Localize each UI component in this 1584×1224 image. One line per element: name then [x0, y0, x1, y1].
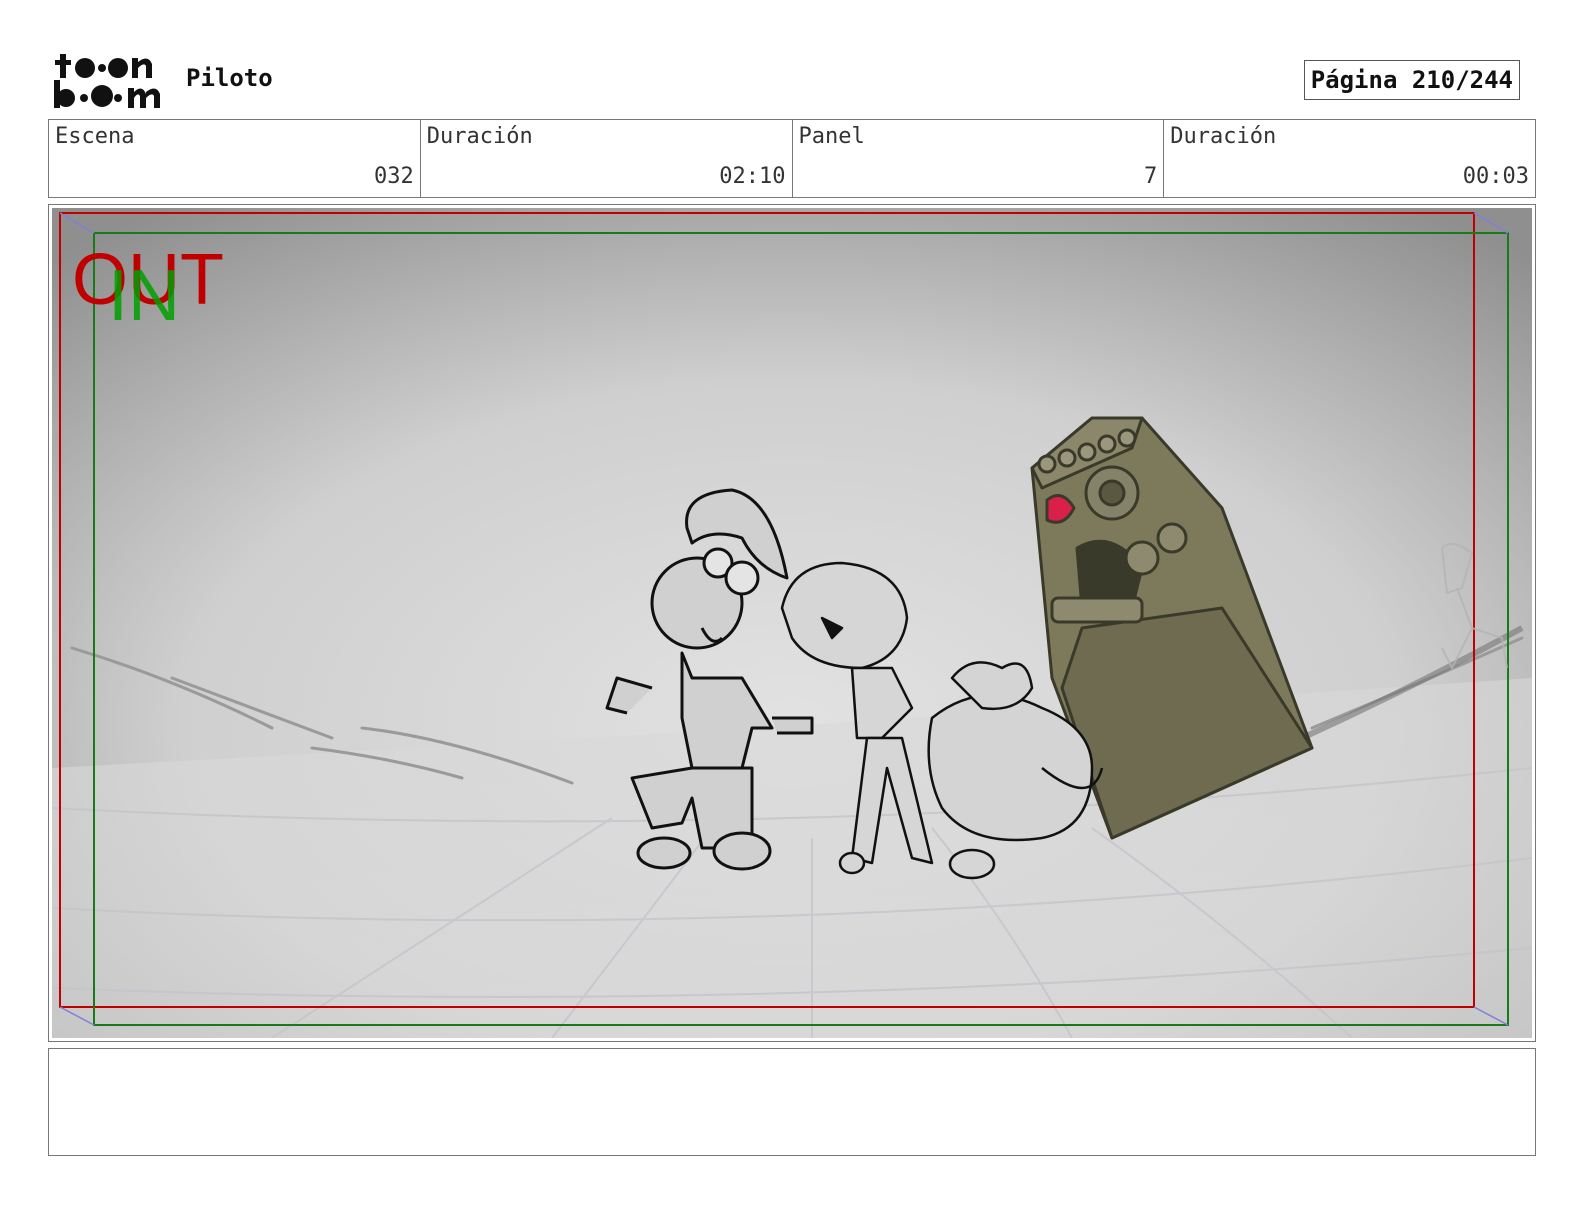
panel-duration-cell: Duración 00:03	[1164, 120, 1535, 197]
panel-cell: Panel 7	[793, 120, 1165, 197]
scene-cell: Escena 032	[49, 120, 421, 197]
scene-value: 032	[374, 164, 414, 189]
scene-label: Escena	[55, 124, 135, 149]
in-label: IN	[108, 256, 180, 336]
panel-value: 7	[1144, 164, 1158, 189]
scene-duration-value: 02:10	[719, 164, 786, 189]
toon-boom-logo	[52, 50, 164, 112]
scene-duration-label: Duración	[426, 124, 533, 149]
panel-label: Panel	[798, 124, 865, 149]
panel-artwork: OUT IN	[52, 208, 1532, 1038]
project-title: Piloto	[186, 64, 273, 92]
scene-info-table: Escena 032 Duración 02:10 Panel 7 Duraci…	[48, 119, 1536, 198]
page-counter: Página 210/244	[1303, 60, 1520, 100]
scene-duration-cell: Duración 02:10	[421, 120, 793, 197]
panel-notes-box[interactable]	[48, 1048, 1536, 1156]
storyboard-sketch: OUT IN	[52, 208, 1532, 1038]
panel-duration-value: 00:03	[1462, 164, 1529, 189]
toon-boom-logo-icon	[54, 54, 160, 108]
panel-duration-label: Duración	[1170, 124, 1277, 149]
storyboard-panel: OUT IN	[48, 204, 1536, 1042]
